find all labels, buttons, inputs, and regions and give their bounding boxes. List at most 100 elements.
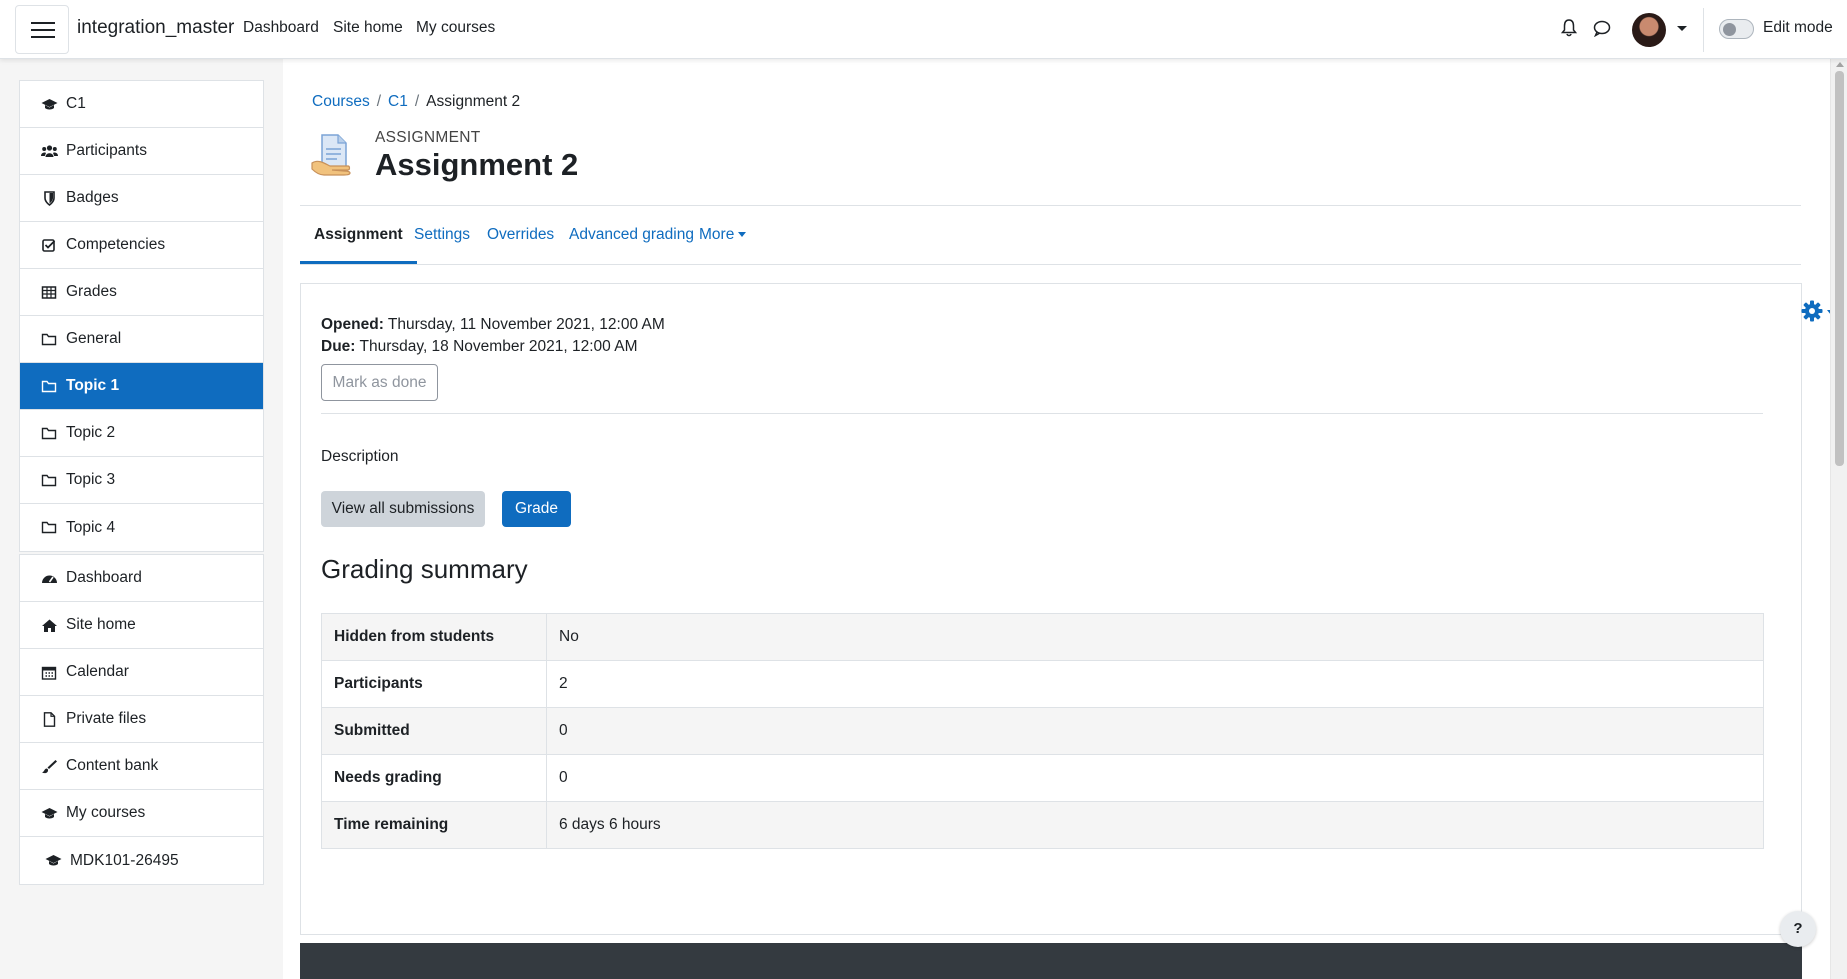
home-icon <box>42 619 57 632</box>
breadcrumb-courses[interactable]: Courses <box>312 93 370 110</box>
calendar-icon <box>41 666 57 680</box>
nav-link-my-courses[interactable]: My courses <box>416 19 495 37</box>
folder-icon <box>41 333 57 345</box>
row-value: 2 <box>546 660 1764 708</box>
sidebar-item-topic-2[interactable]: Topic 2 <box>20 410 263 457</box>
scrollbar-thumb[interactable] <box>1835 71 1844 466</box>
row-label: Participants <box>321 660 547 708</box>
description-label: Description <box>321 448 399 465</box>
sidebar-item-my-courses[interactable]: My courses <box>20 790 263 837</box>
table-icon <box>41 285 57 299</box>
table-row: Submitted 0 <box>321 707 1764 755</box>
activity-type-label: ASSIGNMENT <box>375 129 481 146</box>
navbar-divider <box>1703 8 1704 52</box>
sidebar-item-site-home[interactable]: Site home <box>20 602 263 649</box>
drawer-toggle-button[interactable] <box>15 5 69 54</box>
sidebar-item-label: Calendar <box>66 663 129 680</box>
gear-icon[interactable] <box>1801 300 1823 322</box>
help-button[interactable]: ? <box>1780 911 1816 947</box>
site-nav-group: Dashboard Site home Calendar Private fil… <box>19 554 264 885</box>
sidebar-item-label: MDK101-26495 <box>70 851 179 869</box>
breadcrumb: Courses / C1 / Assignment 2 <box>312 93 520 111</box>
page-scrollbar[interactable] <box>1830 59 1847 979</box>
sidebar-item-private-files[interactable]: Private files <box>20 696 263 743</box>
sidebar-item-topic-3[interactable]: Topic 3 <box>20 457 263 504</box>
site-name[interactable]: integration_master <box>77 17 234 39</box>
sidebar-item-c1[interactable]: C1 <box>20 81 263 128</box>
tab-advanced-grading[interactable]: Advanced grading <box>569 226 694 244</box>
sidebar-item-label: Badges <box>66 189 119 206</box>
sidebar-item-label: Content bank <box>66 757 159 774</box>
graduation-cap-icon <box>45 855 62 866</box>
mark-as-done-button[interactable]: Mark as done <box>321 364 438 401</box>
folder-icon <box>41 521 57 534</box>
tachometer-icon <box>42 575 57 583</box>
sidebar-item-label: Topic 2 <box>66 424 116 441</box>
file-icon <box>43 711 56 727</box>
folder-icon <box>41 474 57 486</box>
table-row: Time remaining 6 days 6 hours <box>321 801 1764 849</box>
row-label: Needs grading <box>321 754 547 802</box>
row-value: 0 <box>546 754 1764 802</box>
row-value: No <box>546 613 1764 661</box>
grading-summary-table: Hidden from students No Participants 2 S… <box>321 613 1764 849</box>
sidebar-item-content-bank[interactable]: Content bank <box>20 743 263 790</box>
main-region: Courses / C1 / Assignment 2 ASSIGNMENT Assig… <box>283 59 1835 979</box>
assignment-card: Opened: Thursday, 11 November 2021, 12:0… <box>300 283 1835 935</box>
sidebar-item-badges[interactable]: Badges <box>20 175 263 222</box>
breadcrumb-separator: / <box>414 93 420 110</box>
sidebar-item-label: Topic 3 <box>66 471 116 488</box>
sidebar-item-topic-4[interactable]: Topic 4 <box>20 504 263 551</box>
sidebar-item-general[interactable]: General <box>20 316 263 363</box>
row-value: 0 <box>546 707 1764 755</box>
due-value: Thursday, 18 November 2021, 12:00 AM <box>359 338 638 355</box>
messages-icon[interactable] <box>1593 20 1611 37</box>
tab-more[interactable]: More <box>699 226 747 244</box>
graduation-cap-icon <box>41 98 58 109</box>
breadcrumb-c1[interactable]: C1 <box>388 93 408 110</box>
caret-down-icon <box>738 232 747 238</box>
sidebar-item-mdk101[interactable]: MDK101-26495 <box>20 837 263 884</box>
table-row: Needs grading 0 <box>321 754 1764 802</box>
grade-button[interactable]: Grade <box>502 491 571 527</box>
opened-value: Thursday, 11 November 2021, 12:00 AM <box>387 316 665 333</box>
sidebar-item-label: Participants <box>66 142 147 159</box>
sidebar-item-label: Competencies <box>66 236 166 253</box>
nav-link-dashboard[interactable]: Dashboard <box>243 19 319 37</box>
sidebar-item-participants[interactable]: Participants <box>20 128 263 175</box>
view-all-submissions-button[interactable]: View all submissions <box>321 491 485 527</box>
row-label: Submitted <box>321 707 547 755</box>
sidebar-item-calendar[interactable]: Calendar <box>20 649 263 696</box>
tab-settings[interactable]: Settings <box>414 226 470 244</box>
graduation-cap-icon <box>41 807 58 818</box>
sidebar-item-competencies[interactable]: Competencies <box>20 222 263 269</box>
row-label: Hidden from students <box>321 613 547 661</box>
shield-icon <box>44 190 55 206</box>
tab-assignment[interactable]: Assignment <box>314 226 403 244</box>
table-row: Participants 2 <box>321 660 1764 708</box>
paint-brush-icon <box>42 759 57 773</box>
sidebar-item-topic-1[interactable]: Topic 1 <box>20 363 263 410</box>
tab-more-label: More <box>699 226 735 243</box>
sidebar-item-label: General <box>66 330 122 347</box>
sidebar-item-label: Topic 4 <box>66 518 116 536</box>
tab-overrides[interactable]: Overrides <box>487 226 554 244</box>
breadcrumb-separator: / <box>376 93 382 110</box>
nav-link-site-home[interactable]: Site home <box>333 19 403 37</box>
active-tab-indicator <box>300 261 417 264</box>
course-nav-group: C1 Participants Badges Competencies Grad… <box>19 80 264 552</box>
folder-icon <box>41 427 57 439</box>
sidebar-item-label: Dashboard <box>66 569 142 586</box>
sidebar-item-label: Site home <box>66 616 136 633</box>
row-label: Time remaining <box>321 801 547 849</box>
sidebar-item-label: My courses <box>66 804 146 821</box>
row-value: 6 days 6 hours <box>546 801 1764 849</box>
scroll-up-icon[interactable] <box>1836 62 1844 67</box>
grading-summary-title: Grading summary <box>321 554 528 584</box>
sidebar-item-grades[interactable]: Grades <box>20 269 263 316</box>
user-avatar[interactable] <box>1632 13 1666 47</box>
sidebar-item-dashboard[interactable]: Dashboard <box>20 555 263 602</box>
chevron-down-icon[interactable] <box>1677 26 1687 31</box>
edit-mode-toggle[interactable] <box>1719 19 1754 39</box>
bell-icon[interactable] <box>1561 19 1577 37</box>
